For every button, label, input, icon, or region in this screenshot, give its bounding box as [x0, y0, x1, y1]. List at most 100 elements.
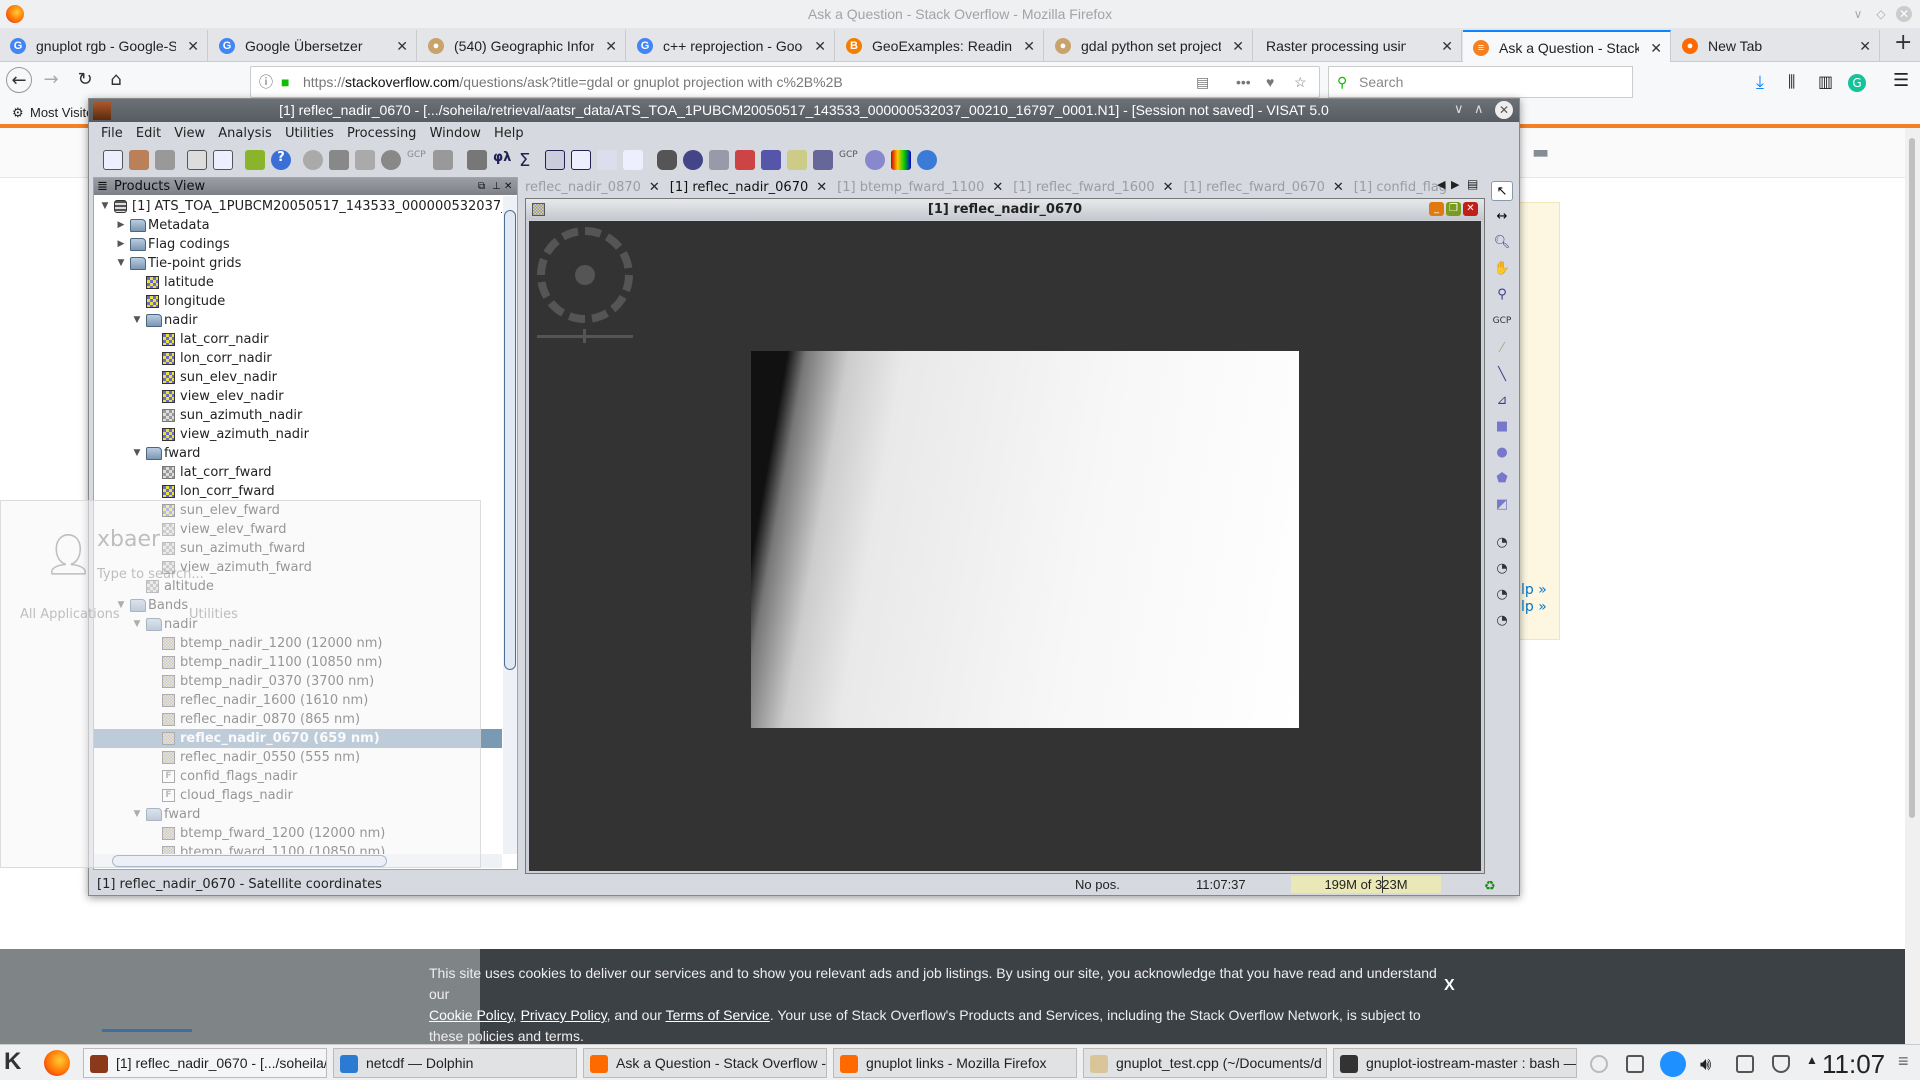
histogram-icon[interactable]: [545, 150, 565, 170]
info-icon[interactable]: ⓘ: [259, 67, 273, 97]
taskbar-task[interactable]: gnuplot links - Mozilla Firefox: [833, 1048, 1077, 1078]
tree-node[interactable]: sun_azimuth_nadir: [94, 406, 502, 425]
document-tab[interactable]: [1] confid_flag: [1354, 179, 1447, 196]
menu-utilities[interactable]: Utilities: [285, 126, 334, 141]
save-product-icon[interactable]: [155, 150, 175, 170]
polyline-tool-icon[interactable]: ⊿: [1491, 391, 1513, 411]
close-tab-icon[interactable]: ✕: [814, 30, 826, 62]
plugin-icon[interactable]: [245, 150, 265, 170]
tree-node[interactable]: btemp_nadir_0370 (3700 nm): [94, 672, 502, 691]
insert-vertex-icon[interactable]: ◩: [1491, 495, 1513, 515]
tab-list-icon[interactable]: ▤: [1467, 177, 1478, 191]
navigation-icon[interactable]: [761, 150, 781, 170]
maximize-icon[interactable]: ∧: [1474, 102, 1484, 117]
network-icon[interactable]: [1736, 1055, 1754, 1073]
security-shield-icon[interactable]: [1772, 1055, 1790, 1073]
privacy-policy-link[interactable]: Privacy Policy: [521, 1007, 607, 1023]
pan-navigation-control[interactable]: [537, 227, 633, 323]
rectangle-tool-icon[interactable]: ■: [1491, 417, 1513, 437]
close-tab-icon[interactable]: ✕: [605, 30, 617, 62]
tree-node[interactable]: latitude: [94, 273, 502, 292]
tree-folder[interactable]: ▼ Tie-point grids: [94, 254, 502, 273]
tab-scroll-right-icon[interactable]: ▶: [1451, 178, 1459, 191]
pin-icon[interactable]: ⊥: [492, 178, 501, 195]
taskbar-task[interactable]: gnuplot_test.cpp (~/Documents/d: [1083, 1048, 1327, 1078]
tree-node[interactable]: reflec_nadir_0870 (865 nm): [94, 710, 502, 729]
browser-tab[interactable]: Gc++ reprojection - Google ✕: [627, 30, 835, 62]
tree-node[interactable]: view_azimuth_nadir: [94, 425, 502, 444]
expand-icon[interactable]: ▶: [116, 216, 126, 235]
taskbar-task[interactable]: gnuplot-iostream-master : bash —: [1333, 1048, 1577, 1078]
browser-tab[interactable]: ● New Tab ✕: [1672, 30, 1880, 62]
bookmark-star-icon[interactable]: ☆: [1294, 67, 1307, 97]
user-switch-icon[interactable]: [1590, 1055, 1608, 1073]
open-product-icon[interactable]: [129, 150, 149, 170]
help-link[interactable]: lp »: [1521, 599, 1547, 615]
tree-node[interactable]: view_elev_fward: [94, 520, 502, 539]
pin-placing-icon[interactable]: ⚲: [1491, 285, 1513, 305]
tree-node[interactable]: Fconfid_flags_nadir: [94, 767, 502, 786]
statistics-icon[interactable]: Σ: [519, 150, 539, 171]
document-tab[interactable]: [1] btemp_fward_1100 ✕: [837, 179, 1003, 196]
grammarly-icon[interactable]: G: [1848, 74, 1866, 92]
close-tab-icon[interactable]: ✕: [396, 30, 408, 62]
browser-tab[interactable]: Raster processing using Pyth ✕: [1254, 30, 1462, 62]
close-window-icon[interactable]: ✕: [1896, 6, 1912, 22]
tree-node[interactable]: Fcloud_flags_nadir: [94, 786, 502, 805]
tree-folder[interactable]: ▶ Metadata: [94, 216, 502, 235]
time-series-icon[interactable]: ◔: [1491, 533, 1513, 553]
browser-tab[interactable]: B GeoExamples: Reading W ✕: [836, 30, 1044, 62]
select-tool-icon[interactable]: ↖: [1491, 181, 1513, 201]
tree-node[interactable]: lat_corr_nadir: [94, 330, 502, 349]
close-tab-icon[interactable]: ✕: [649, 180, 660, 195]
close-tab-icon[interactable]: ✕: [1232, 30, 1244, 62]
url-bar[interactable]: ⓘ ■ https://stackoverflow.com/questions/…: [250, 66, 1320, 98]
pixel-info-icon[interactable]: [787, 150, 807, 170]
line-tool-icon[interactable]: ╲: [1491, 365, 1513, 385]
close-icon[interactable]: ✕: [1463, 202, 1478, 216]
tree-folder[interactable]: ▼ fward: [94, 805, 502, 824]
tree-node[interactable]: lon_corr_fward: [94, 482, 502, 501]
clipboard-icon[interactable]: [1626, 1055, 1644, 1073]
collapse-icon[interactable]: ▼: [132, 311, 142, 330]
downloads-icon[interactable]: ⤓: [1756, 72, 1764, 93]
minimize-icon[interactable]: ∨: [1850, 6, 1866, 22]
close-tab-icon[interactable]: ✕: [1441, 30, 1453, 62]
minimize-icon[interactable]: ∨: [1454, 102, 1464, 117]
browser-tab[interactable]: ● (540) Geographic Informa ✕: [418, 30, 626, 62]
tree-node[interactable]: altitude: [94, 577, 502, 596]
world-view-icon[interactable]: [917, 150, 937, 170]
taskbar-task[interactable]: Ask a Question - Stack Overflow - M: [583, 1048, 827, 1078]
tree-folder[interactable]: ▼ nadir: [94, 615, 502, 634]
collapse-icon[interactable]: ▼: [132, 615, 142, 634]
information-icon[interactable]: [467, 150, 487, 170]
collapse-icon[interactable]: ▼: [116, 254, 126, 273]
pan-tool-icon[interactable]: ✋: [1491, 259, 1513, 279]
collapse-icon[interactable]: ▼: [100, 197, 110, 216]
forward-button[interactable]: →: [38, 67, 64, 93]
time-series-play-icon[interactable]: ◔: [1491, 611, 1513, 631]
zoom-slider[interactable]: [537, 329, 633, 343]
range-finder-icon[interactable]: ↔: [1491, 207, 1513, 227]
product-library-icon[interactable]: [657, 150, 677, 170]
chat-icon[interactable]: ▬: [1532, 142, 1549, 163]
tree-node[interactable]: view_azimuth_fward: [94, 558, 502, 577]
menu-icon[interactable]: ☰: [1893, 70, 1909, 91]
document-tab[interactable]: [1] reflec_fward_1600 ✕: [1013, 179, 1173, 196]
tree-vertical-scrollbar[interactable]: [503, 196, 517, 854]
mask-manager-icon[interactable]: [735, 150, 755, 170]
properties-icon[interactable]: [187, 150, 207, 170]
sidebar-icon[interactable]: ▥: [1818, 72, 1833, 91]
tree-node[interactable]: lat_corr_fward: [94, 463, 502, 482]
clock[interactable]: 11:07: [1822, 1049, 1885, 1080]
gcp-manager-icon[interactable]: GCP: [839, 150, 859, 170]
time-series-image-icon[interactable]: ◔: [1491, 585, 1513, 605]
tree-product[interactable]: ▼ [1] ATS_TOA_1PUBCM20050517_143533_00000…: [94, 197, 502, 216]
document-tab[interactable]: [1] reflec_fward_0670 ✕: [1184, 179, 1344, 196]
page-scrollbar[interactable]: [1905, 128, 1920, 1044]
new-tab-button[interactable]: +: [1894, 30, 1912, 55]
ellipse-tool-icon[interactable]: ●: [1491, 443, 1513, 463]
new-product-icon[interactable]: [103, 150, 123, 170]
document-tab[interactable]: reflec_nadir_0870 ✕: [525, 179, 660, 196]
expand-icon[interactable]: ▶: [116, 235, 126, 254]
